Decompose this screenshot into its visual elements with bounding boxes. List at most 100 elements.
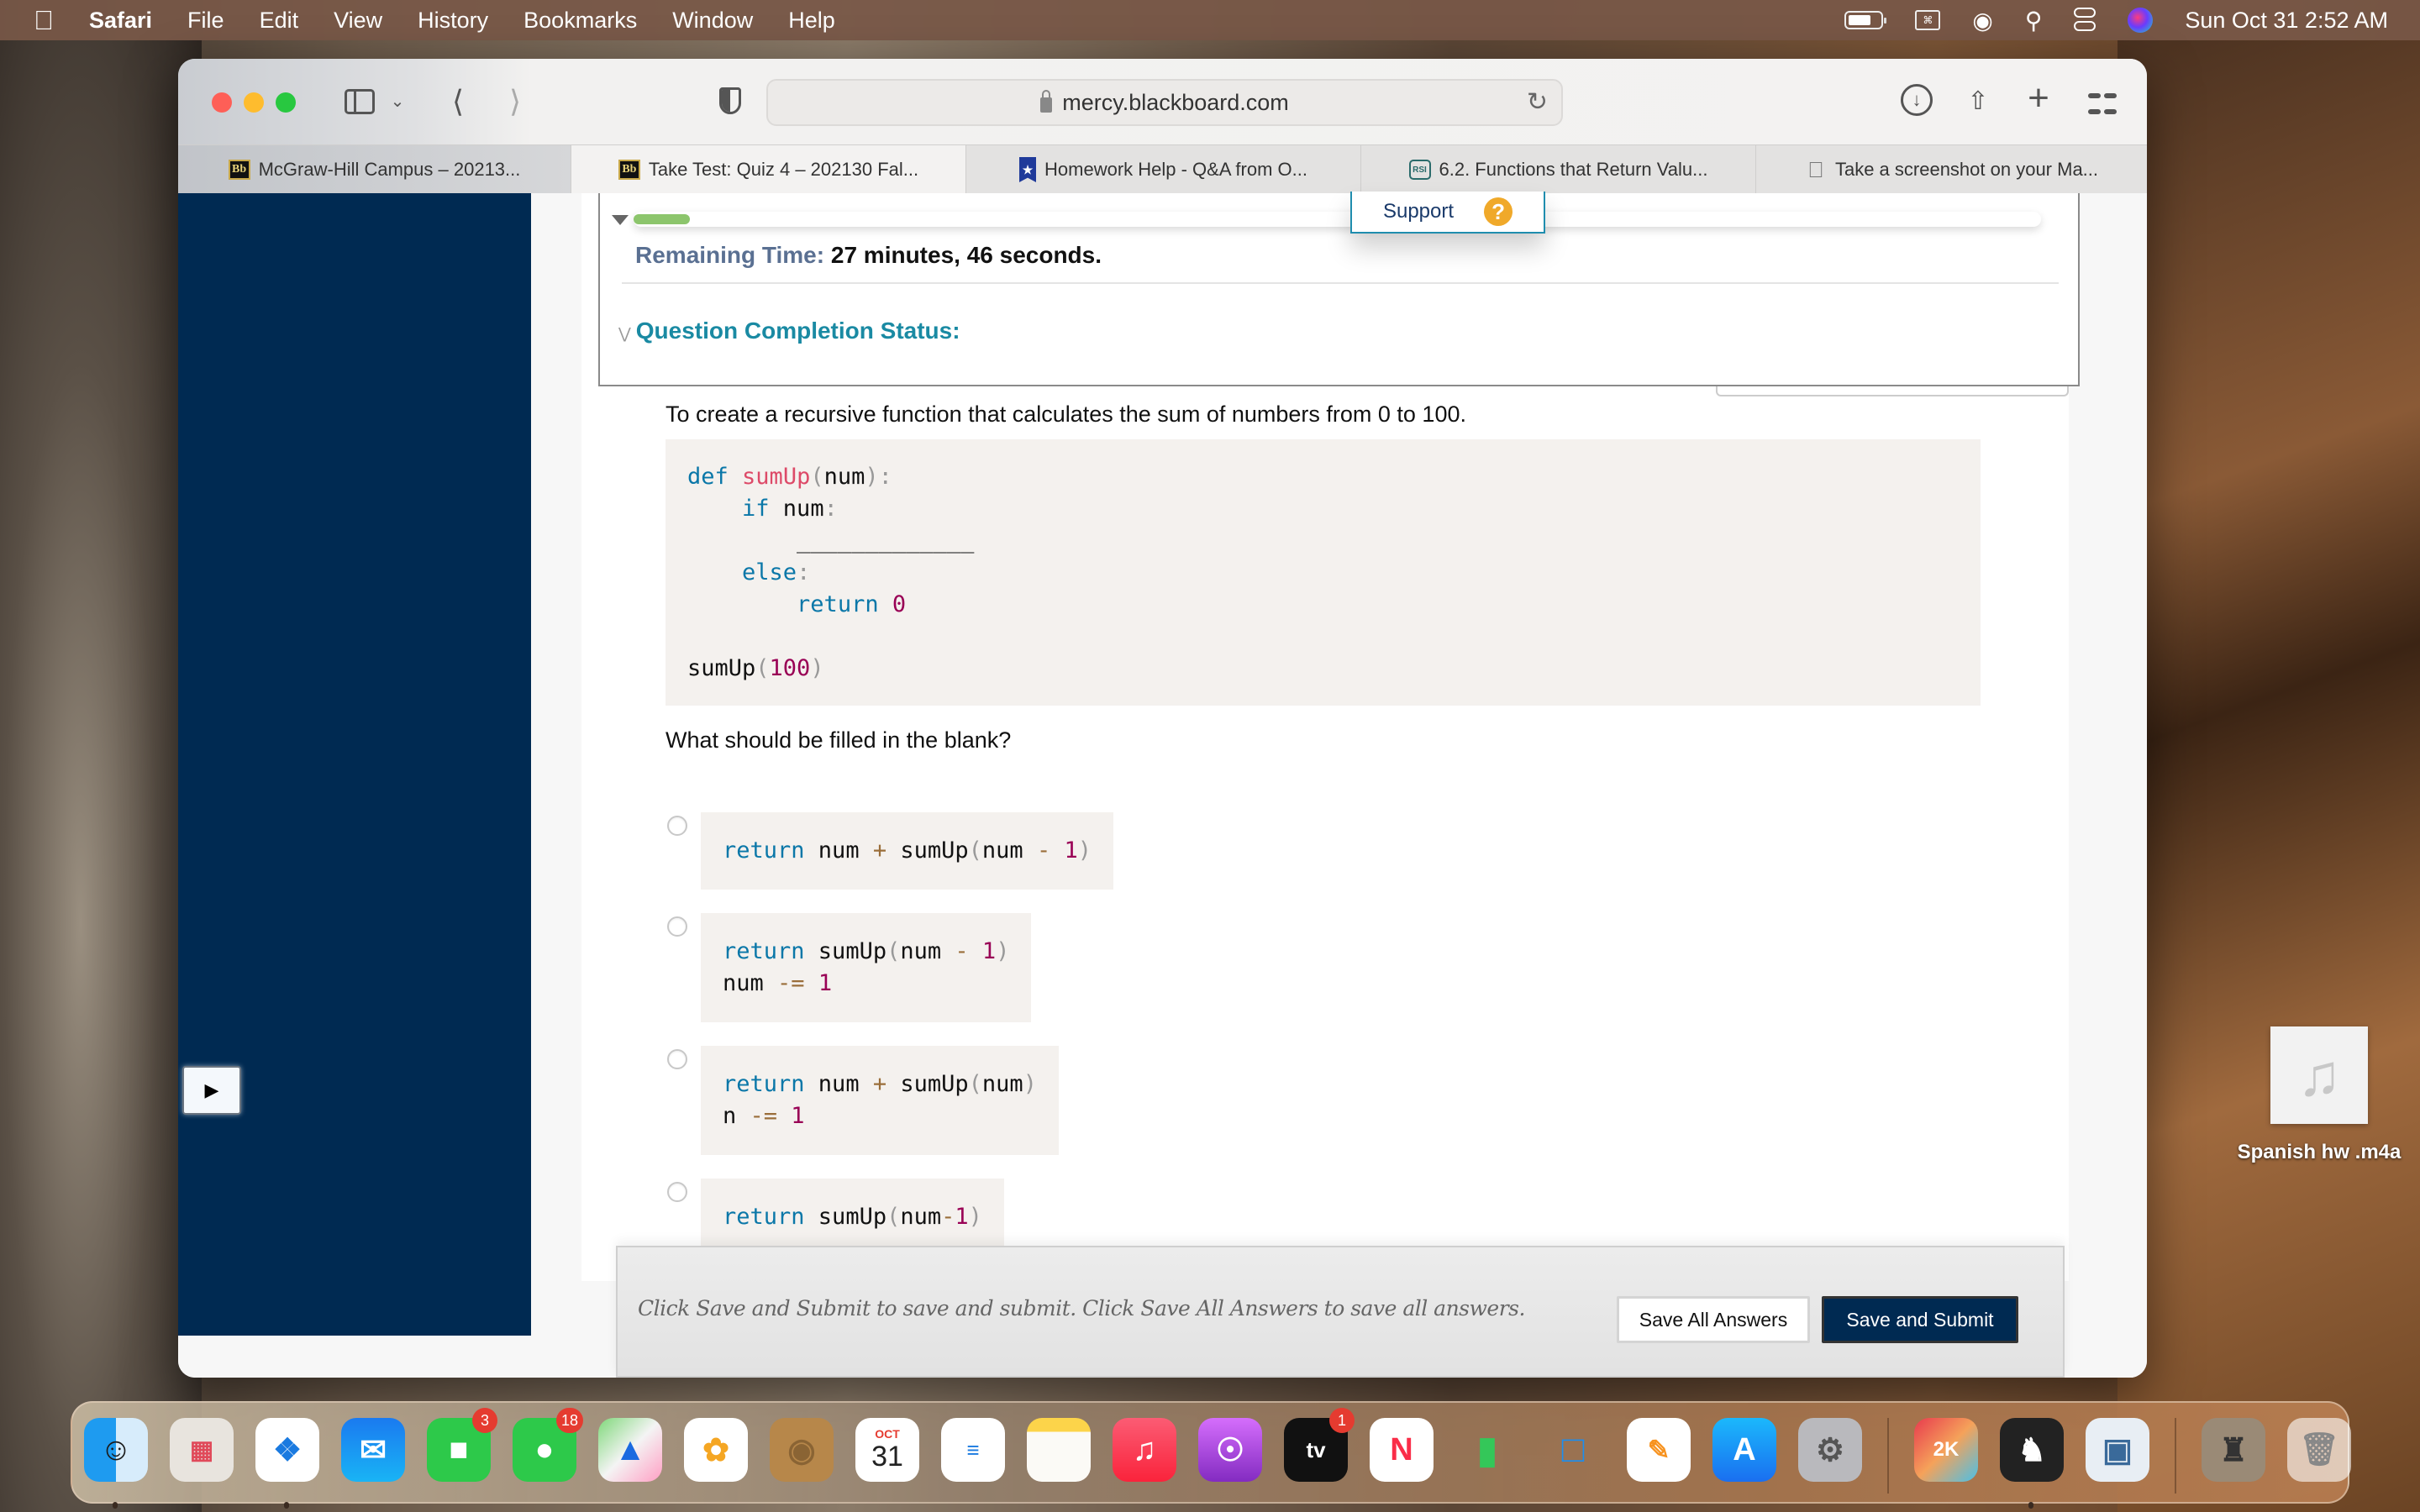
siri-icon[interactable]: [2128, 8, 2154, 33]
facetime-icon[interactable]: ■ 3: [427, 1408, 497, 1482]
facetime-badge: 3: [472, 1408, 497, 1433]
spotlight-search-icon[interactable]: ⚲: [2025, 7, 2043, 34]
music-icon[interactable]: ♫: [1113, 1418, 1176, 1482]
desktop-file-audio[interactable]: ♫ Spanish hw .m4a: [2218, 1026, 2420, 1164]
tab-homework-help[interactable]: ★ Homework Help - Q&A from O...: [966, 145, 1361, 194]
chess-icon[interactable]: ♞: [2000, 1418, 2064, 1509]
collapse-triangle-icon[interactable]: [612, 215, 629, 225]
question-completion-label: Question Completion Status:: [635, 318, 960, 344]
option-1-code[interactable]: return num + sumUp(num - 1): [701, 812, 1113, 890]
menu-history[interactable]: History: [418, 8, 488, 34]
podcasts-icon[interactable]: ☉: [1198, 1418, 1262, 1482]
blackboard-sidebar: ▶: [178, 193, 531, 1336]
window-controls: [212, 92, 296, 113]
nba-2k21-icon[interactable]: 2K: [1914, 1418, 1978, 1482]
clock[interactable]: Sun Oct 31 2:52 AM: [2185, 8, 2388, 34]
control-center-icon[interactable]: [2074, 8, 2096, 33]
privacy-shield-icon[interactable]: [716, 82, 744, 121]
running-indicator: [113, 1502, 118, 1509]
menu-view[interactable]: View: [334, 8, 382, 34]
apple-menu-icon[interactable]: : [34, 5, 59, 36]
sidebar-toggle-icon[interactable]: [343, 82, 376, 121]
numbers-icon[interactable]: ▮: [1455, 1418, 1519, 1482]
address-bar[interactable]: mercy.blackboard.com ↻: [766, 79, 1563, 126]
tab-mcgraw-hill[interactable]: Bb McGraw-Hill Campus – 20213...: [178, 145, 571, 194]
news-icon[interactable]: N: [1370, 1418, 1434, 1482]
support-label: Support: [1382, 200, 1455, 223]
calendar-icon[interactable]: OCT 31: [855, 1418, 919, 1482]
keynote-icon[interactable]: □: [1541, 1418, 1605, 1482]
menu-help[interactable]: Help: [788, 8, 835, 34]
option-2-radio[interactable]: [667, 916, 687, 937]
remaining-time-value: 27 minutes, 46 seconds.: [830, 242, 1102, 268]
option-3-code[interactable]: return num + sumUp(num) n -= 1: [701, 1046, 1059, 1155]
apple-tv-icon[interactable]: tv 1: [1284, 1408, 1355, 1482]
option-4-code[interactable]: return sumUp(num-1): [701, 1179, 1004, 1256]
menu-app-name[interactable]: Safari: [89, 8, 152, 34]
option-3-radio[interactable]: [667, 1049, 687, 1069]
answer-option-3[interactable]: return num + sumUp(num) n -= 1: [667, 1046, 1059, 1155]
system-preferences-icon[interactable]: ⚙: [1798, 1418, 1862, 1482]
chevron-down-icon[interactable]: ⌄: [388, 82, 407, 121]
battery-icon[interactable]: [1844, 11, 1887, 29]
pages-icon[interactable]: ✎: [1627, 1418, 1691, 1482]
remaining-time: Remaining Time: 27 minutes, 46 seconds.: [635, 242, 1102, 269]
save-all-answers-button[interactable]: Save All Answers: [1617, 1296, 1810, 1343]
tab-bar: Bb McGraw-Hill Campus – 20213... Bb Take…: [178, 144, 2147, 194]
trash-icon[interactable]: 🗑: [2287, 1418, 2351, 1482]
menu-bookmarks[interactable]: Bookmarks: [523, 8, 637, 34]
close-window-button[interactable]: [212, 92, 232, 113]
wifi-icon[interactable]: ◉: [1972, 7, 1992, 34]
tab-take-test[interactable]: Bb Take Test: Quiz 4 – 202130 Fal...: [571, 145, 966, 194]
answer-option-4[interactable]: return sumUp(num-1): [667, 1179, 1004, 1256]
tab-functions-return[interactable]: RSI 6.2. Functions that Return Valu...: [1361, 145, 1756, 194]
double-chevron-down-icon: ⋁: [618, 325, 631, 342]
menu-edit[interactable]: Edit: [260, 8, 299, 34]
minimize-window-button[interactable]: [244, 92, 264, 113]
header-shadow-card: [1716, 386, 2069, 396]
support-button[interactable]: Support ?: [1350, 192, 1545, 234]
app-store-icon[interactable]: A: [1712, 1418, 1776, 1482]
preview-icon[interactable]: ▣: [2086, 1418, 2149, 1482]
downloads-icon[interactable]: ↓: [1901, 84, 1933, 116]
maps-icon[interactable]: ▲: [598, 1418, 662, 1482]
option-2-code[interactable]: return sumUp(num - 1) num -= 1: [701, 913, 1032, 1022]
option-4-radio[interactable]: [667, 1182, 687, 1202]
keyboard-viewer-icon[interactable]: ⌘: [1915, 10, 1941, 30]
photos-icon[interactable]: ✿: [684, 1418, 748, 1482]
reminders-icon[interactable]: ≡: [941, 1418, 1005, 1482]
course-hero-icon: ★: [1019, 157, 1037, 182]
save-and-submit-button[interactable]: Save and Submit: [1822, 1296, 2018, 1343]
header-divider: [622, 282, 2059, 284]
url-text[interactable]: mercy.blackboard.com: [1062, 90, 1289, 116]
share-icon[interactable]: ⇧: [1965, 84, 1991, 118]
desktop-wallpaper-right: [2118, 40, 2420, 1512]
answer-option-1[interactable]: return num + sumUp(num - 1): [667, 812, 1113, 890]
music-note-icon: ♫: [2270, 1026, 2368, 1124]
tab-overview-icon[interactable]: [2088, 89, 2117, 118]
mail-icon[interactable]: ✉: [341, 1418, 405, 1482]
answer-option-2[interactable]: return sumUp(num - 1) num -= 1: [667, 913, 1032, 1022]
tab-label: Homework Help - Q&A from O...: [1044, 159, 1307, 180]
forward-button[interactable]: ⟩: [502, 82, 528, 121]
question-completion-toggle[interactable]: ⋁ Question Completion Status:: [618, 318, 960, 344]
dock-separator: [1887, 1418, 1889, 1494]
zoom-window-button[interactable]: [276, 92, 296, 113]
messages-icon[interactable]: ● 18: [513, 1408, 583, 1482]
menu-window[interactable]: Window: [672, 8, 753, 34]
finder-icon[interactable]: ☺: [84, 1418, 148, 1509]
chess-window-thumbnail[interactable]: ♜: [2202, 1418, 2265, 1482]
notes-icon[interactable]: [1027, 1418, 1091, 1482]
safari-icon[interactable]: ❖: [255, 1418, 319, 1509]
tab-screenshot-help[interactable]:  Take a screenshot on your Ma...: [1756, 145, 2147, 194]
launchpad-icon[interactable]: ▦: [170, 1418, 234, 1482]
back-button[interactable]: ⟨: [445, 82, 471, 121]
running-indicator: [284, 1502, 289, 1509]
expand-sidebar-button[interactable]: ▶: [182, 1066, 241, 1115]
contacts-icon[interactable]: ◉: [770, 1418, 834, 1482]
running-indicator: [2028, 1502, 2033, 1509]
reload-icon[interactable]: ↻: [1527, 87, 1548, 117]
new-tab-icon[interactable]: +: [2023, 77, 2054, 119]
menu-file[interactable]: File: [187, 8, 224, 34]
option-1-radio[interactable]: [667, 816, 687, 836]
